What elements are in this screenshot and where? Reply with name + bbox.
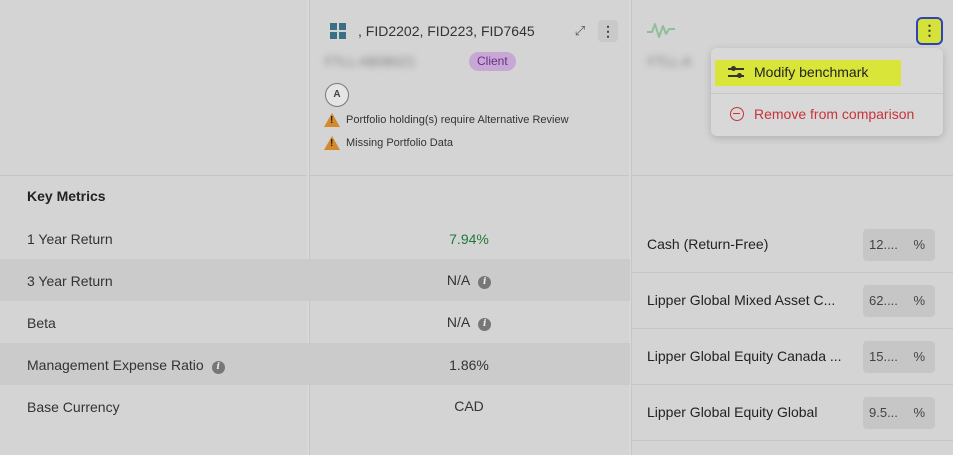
metric-row-beta: Beta N/A i [0, 301, 630, 343]
warning-text: Missing Portfolio Data [346, 137, 453, 149]
benchmark-weight-field[interactable]: 62.... % [863, 285, 935, 317]
weight-value: 9.5... [869, 405, 898, 420]
modify-benchmark-menu-item[interactable]: Modify benchmark [711, 52, 943, 92]
header-empty-cell [0, 0, 307, 176]
percent-unit: % [913, 293, 925, 308]
metric-row-mer: Management Expense Ratio i 1.86% [0, 343, 630, 385]
percent-unit: % [913, 405, 925, 420]
metric-value: 7.94% [449, 231, 489, 247]
modify-benchmark-label: Modify benchmark [754, 64, 869, 80]
metric-value-wrap: N/A i [309, 272, 629, 289]
fund-codes-title: , FID2202, FID223, FID7645 [358, 23, 535, 39]
benchmark-label: Lipper Global Equity Global [647, 404, 818, 420]
fund-more-options-button[interactable]: ⋮ [598, 20, 618, 42]
metric-value: N/A [446, 272, 471, 288]
metric-label: Base Currency [27, 399, 120, 415]
metric-row-1yr: 1 Year Return 7.94% [0, 217, 630, 259]
percent-unit: % [913, 349, 925, 364]
warning-text: Portfolio holding(s) require Alternative… [346, 114, 569, 126]
benchmark-row: Cash (Return-Free) 12.... % [631, 217, 953, 273]
benchmark-pulse-icon [647, 23, 675, 38]
sliders-icon [728, 65, 744, 79]
benchmark-more-options-button[interactable]: ⋮ [916, 17, 943, 45]
metric-label-wrap: Management Expense Ratio i [27, 357, 225, 374]
benchmark-label: Lipper Global Mixed Asset C... [647, 292, 836, 308]
metric-label: 3 Year Return [27, 273, 113, 289]
remove-from-comparison-label: Remove from comparison [754, 105, 915, 122]
metric-value: 1.86% [449, 357, 489, 373]
expand-icon[interactable]: ⤢ [573, 24, 587, 38]
percent-unit: % [913, 237, 925, 252]
portfolio-grid-icon [330, 23, 346, 39]
remove-from-comparison-menu-item[interactable]: Remove from comparison [711, 93, 943, 133]
weight-value: 12.... [869, 237, 898, 252]
benchmark-options-menu: Modify benchmark Remove from comparison [711, 48, 943, 136]
benchmark-row: Lipper Global Equity Canada ... 15.... % [631, 329, 953, 385]
blurred-benchmark-name: FTLL-A [648, 54, 692, 69]
benchmark-label: Cash (Return-Free) [647, 236, 769, 252]
blurred-fund-name: FTLL-AB0B0Z1 [325, 54, 416, 69]
metric-value: CAD [454, 398, 484, 414]
warning-alternative-review: Portfolio holding(s) require Alternative… [324, 113, 569, 127]
benchmark-weight-field[interactable]: 9.5... % [863, 397, 935, 429]
benchmark-weight-field[interactable]: 12.... % [863, 229, 935, 261]
metric-row-currency: Base Currency CAD [0, 385, 630, 427]
weight-value: 62.... [869, 293, 898, 308]
minus-circle-icon [730, 106, 744, 121]
info-icon[interactable]: i [478, 276, 492, 289]
benchmark-label: Lipper Global Equity Canada ... [647, 348, 842, 364]
benchmark-weight-field[interactable]: 15.... % [863, 341, 935, 373]
info-icon[interactable]: i [478, 318, 492, 331]
metric-value: N/A [446, 314, 471, 330]
metric-label: 1 Year Return [27, 231, 113, 247]
metric-value-wrap: N/A i [309, 314, 629, 331]
metric-label: Management Expense Ratio [27, 357, 204, 373]
warning-missing-data: Missing Portfolio Data [324, 136, 453, 150]
benchmark-row: Lipper Global Mixed Asset C... 62.... % [631, 273, 953, 329]
metric-row-3yr: 3 Year Return N/A i [0, 259, 630, 301]
benchmark-row: Lipper Global Equity Global 9.5... % [631, 385, 953, 441]
key-metrics-heading: Key Metrics [27, 188, 106, 204]
warning-icon [324, 113, 340, 127]
metric-label: Beta [27, 315, 56, 331]
weight-value: 15.... [869, 349, 898, 364]
avatar: A [325, 83, 349, 107]
info-icon[interactable]: i [211, 361, 225, 374]
client-badge: Client [469, 52, 516, 71]
warning-icon [324, 136, 340, 150]
